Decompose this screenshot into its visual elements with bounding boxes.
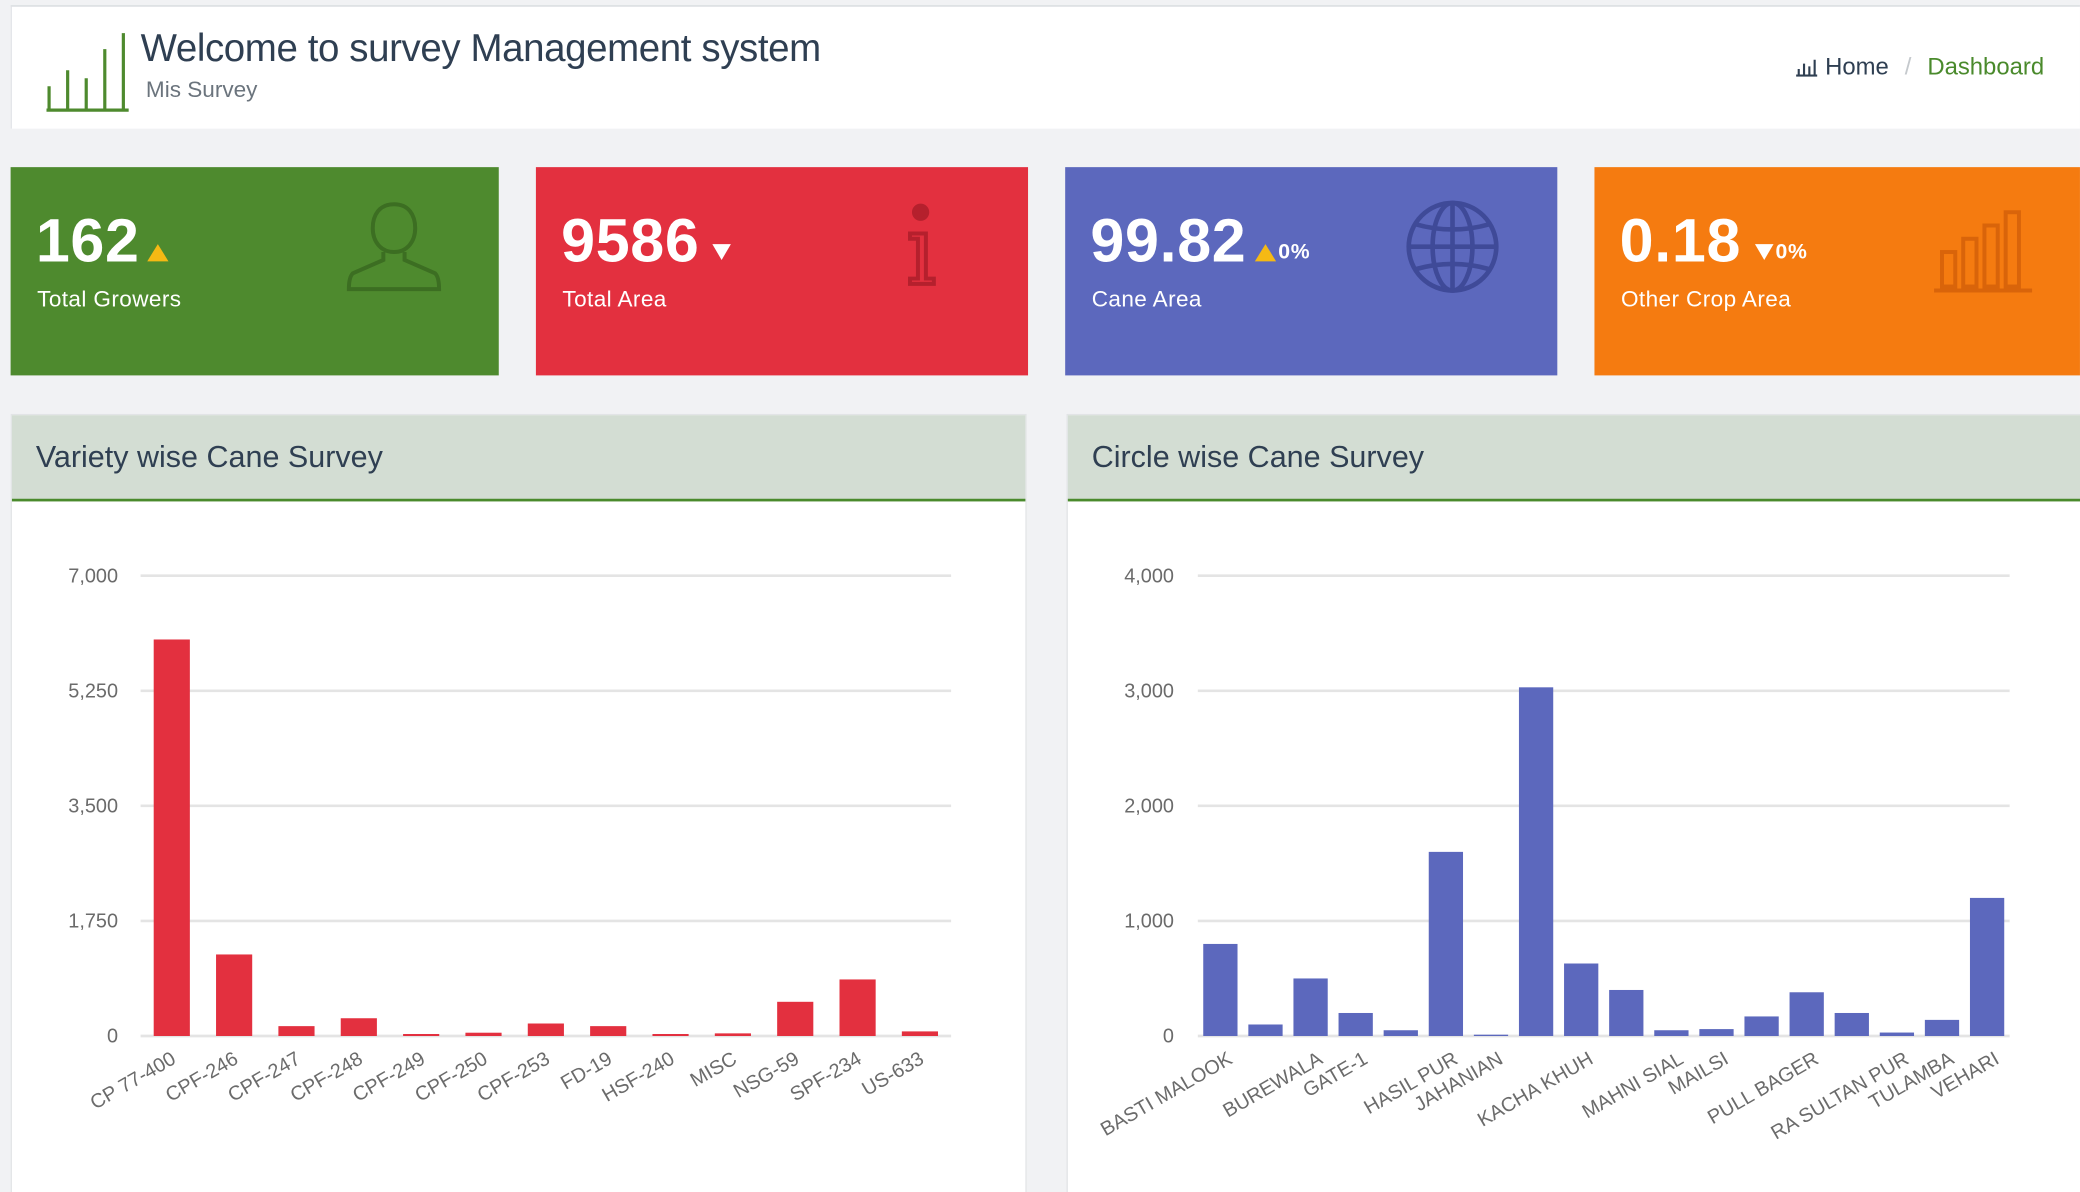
bar[interactable] [1428,851,1464,1036]
bar[interactable] [714,1033,751,1036]
bar[interactable] [465,1032,502,1036]
y-tick-label: 0 [107,1026,118,1048]
bar[interactable] [153,639,190,1036]
bar[interactable] [1383,1030,1418,1036]
y-tick-label: 3,500 [68,795,118,817]
other-crop-area-card[interactable]: 0.18 0% Other Crop Area [1594,167,2080,376]
x-tick-label: CPF-253 [474,1048,554,1107]
other-crop-area-label: Other Crop Area [1620,286,1792,312]
app-title: Welcome to survey Management system [140,27,822,71]
bar[interactable] [1609,989,1644,1036]
bar[interactable] [1473,1034,1509,1036]
variety-panel-title: Variety wise Cane Survey [35,439,383,474]
breadcrumb-current: Dashboard [1927,53,2045,80]
bar[interactable] [1879,1032,1915,1036]
globe-icon [1406,200,1499,293]
total-area-value: 9586 [561,205,700,275]
x-tick-label: CP 77-400 [87,1048,180,1114]
bar[interactable] [403,1034,440,1036]
bar[interactable] [839,979,876,1036]
bar[interactable] [1248,1024,1283,1036]
bar[interactable] [278,1026,315,1036]
breadcrumb-separator: / [1904,53,1912,80]
cane-area-value-row: 99.82 0% [1090,204,1310,276]
bar[interactable] [1699,1029,1734,1036]
bar[interactable] [1744,1016,1779,1036]
other-crop-area-percent: 0% [1775,241,1808,264]
other-crop-area-value: 0.18 [1619,205,1742,275]
x-tick-label: US-633 [858,1048,927,1101]
other-crop-area-value-row: 0.18 0% [1620,204,1808,276]
bar[interactable] [1654,1030,1689,1036]
bar[interactable] [1293,978,1328,1036]
bar[interactable] [777,1001,814,1036]
circle-panel-title: Circle wise Cane Survey [1091,439,1425,474]
breadcrumb: Home / Dashboard [1795,53,2045,81]
cane-area-label: Cane Area [1091,286,1202,312]
bar[interactable] [1834,1012,1869,1036]
total-growers-value-row: 162 [36,204,169,276]
cane-area-percent: 0% [1278,241,1311,264]
bar[interactable] [901,1031,939,1036]
x-tick-label: SPF-234 [786,1048,865,1106]
y-tick-label: 7,000 [68,565,118,587]
trend-down-icon [712,244,732,260]
bar[interactable] [527,1023,564,1036]
total-area-card[interactable]: 9586 Total Area [535,167,1029,376]
total-growers-value: 162 [35,205,140,275]
app-subtitle: Mis Survey [145,76,258,103]
y-tick-label: 5,250 [68,680,118,702]
dashboard-screen: Welcome to survey Management system Mis … [0,0,2080,1192]
variety-panel-header: Variety wise Cane Survey [11,415,1026,502]
trend-up-icon [147,243,169,261]
breadcrumb-home-label: Home [1825,53,1889,80]
user-icon [346,202,442,292]
x-tick-label: HSF-240 [598,1048,678,1107]
y-tick-label: 4,000 [1124,565,1174,587]
bar[interactable] [1969,897,2005,1036]
variety-panel: Variety wise Cane Survey 0 1,750 3,500 5,25… [10,413,1027,1192]
y-tick-label: 3,000 [1124,680,1174,702]
bar[interactable] [340,1018,377,1036]
cane-area-card[interactable]: 99.82 0% Cane Area [1065,167,1558,376]
bar[interactable] [1203,943,1238,1036]
total-area-label: Total Area [562,286,667,312]
circle-bar-chart: 01,0002,0003,0004,000BASTI MALOOKBUREWAL… [1097,565,2010,1144]
y-tick-label: 0 [1163,1026,1174,1048]
y-tick-label: 2,000 [1124,795,1174,817]
total-growers-label: Total Growers [37,286,182,312]
total-growers-card[interactable]: 162 Total Growers [10,167,499,376]
bar-chart-icon [1934,210,2033,293]
trend-down-icon [1754,244,1773,260]
bar[interactable] [1338,1012,1373,1036]
bar[interactable] [652,1034,689,1036]
bar-chart-icon [1795,59,1818,77]
trend-up-icon [1254,243,1276,261]
x-tick-label: BASTI MALOOK [1097,1047,1237,1140]
bar[interactable] [216,954,253,1036]
variety-bar-chart: 01,7503,5005,2507,000CP 77-400CPF-246CPF… [68,565,952,1114]
bar[interactable] [1924,1019,1960,1036]
bar[interactable] [1789,992,1824,1036]
circle-panel: Circle wise Cane Survey 0 1,000 2,000 3,000… [1066,413,2080,1192]
bar-chart-logo-icon [46,33,129,112]
circle-panel-header: Circle wise Cane Survey [1067,415,2080,502]
bar[interactable] [590,1026,627,1036]
bar[interactable] [1518,687,1554,1036]
y-tick-label: 1,000 [1124,911,1174,933]
total-area-value-row: 9586 [561,204,732,276]
y-tick-label: 1,750 [68,911,118,933]
cane-area-value: 99.82 [1090,205,1247,275]
breadcrumb-home-link[interactable]: Home [1795,53,1889,81]
info-icon [907,203,936,286]
bar[interactable] [1564,963,1599,1036]
page-header: Welcome to survey Management system Mis … [10,5,2080,129]
